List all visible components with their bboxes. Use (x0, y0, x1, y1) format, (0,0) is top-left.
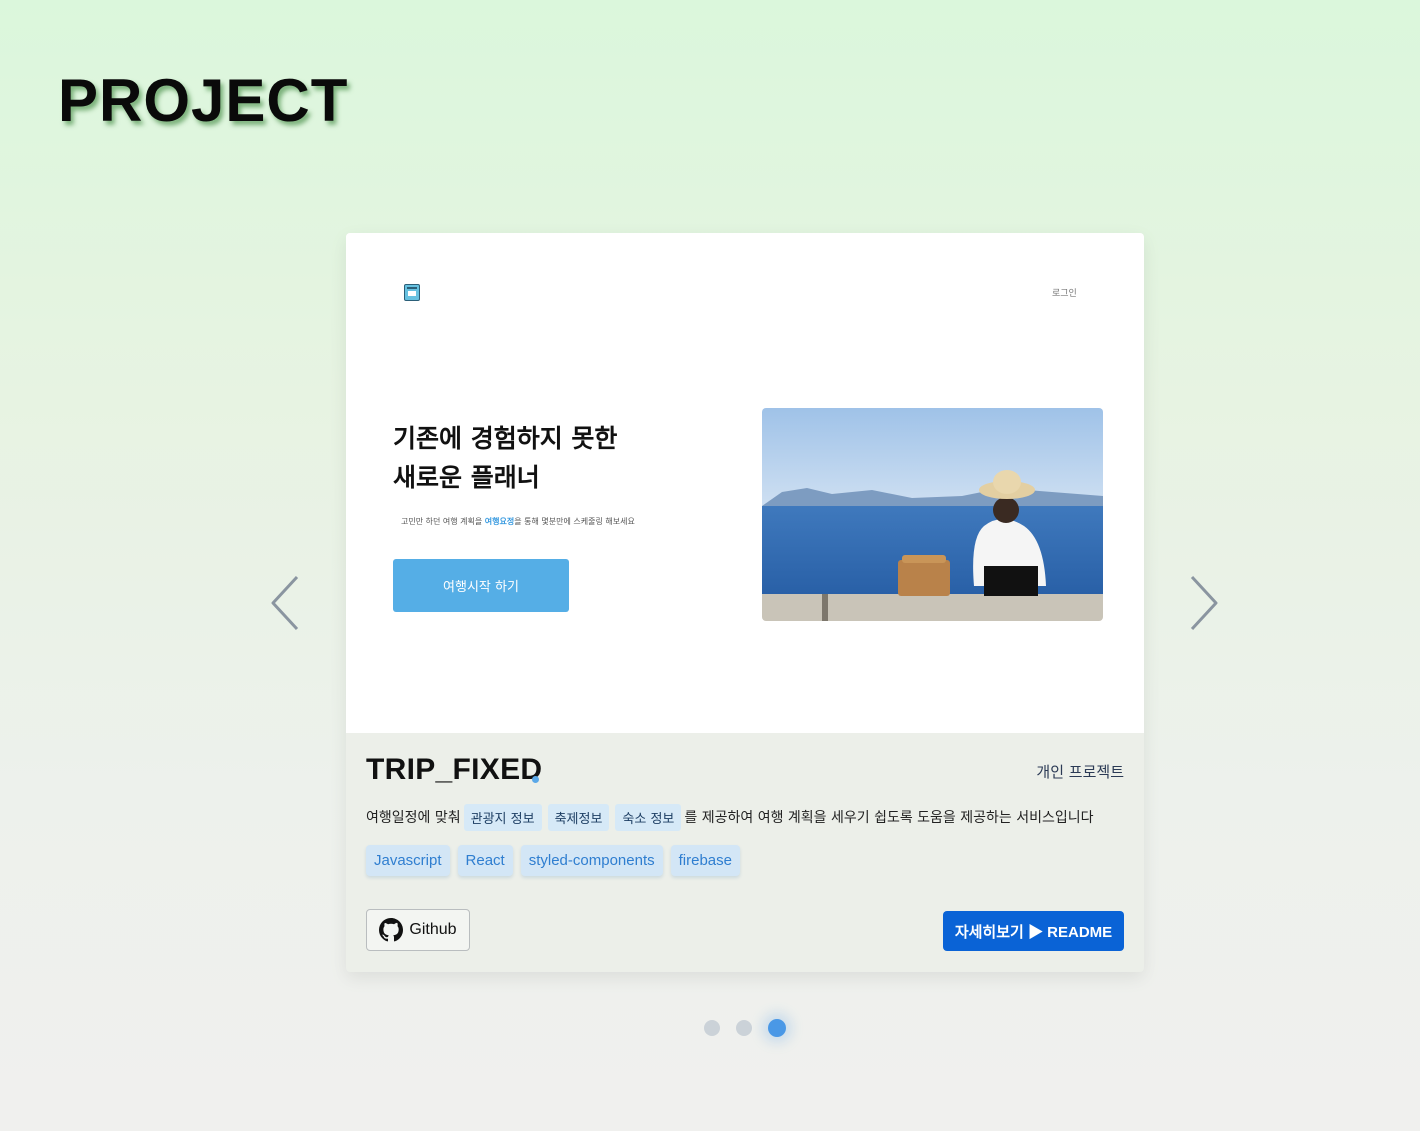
github-button[interactable]: Github (366, 909, 470, 951)
project-card: 로그인 기존에 경험하지 못한 새로운 플래너 고민만 하던 여행 계획을 여행… (346, 233, 1144, 972)
tech-chip-styled-components: styled-components (520, 845, 663, 876)
carousel-pagination (704, 1019, 786, 1037)
readme-button[interactable]: 자세히보기 ▶ README (943, 911, 1124, 951)
calendar-logo-icon (404, 284, 420, 301)
description-prefix: 여행일정에 맞춰 (366, 810, 461, 826)
preview-subtitle-text-end: 을 통해 몇분만에 스케줄링 해보세요 (514, 517, 635, 526)
preview-heading: 기존에 경험하지 못한 새로운 플래너 (393, 419, 733, 497)
project-preview-screenshot: 로그인 기존에 경험하지 못한 새로운 플래너 고민만 하던 여행 계획을 여행… (346, 233, 1144, 733)
preview-heading-line1: 기존에 경험하지 못한 (393, 424, 618, 453)
tech-chip-javascript: Javascript (366, 845, 450, 876)
description-chip: 숙소 정보 (615, 803, 682, 831)
preview-subtitle-text: 고민만 하던 여행 계획을 (401, 517, 483, 526)
description-chip: 관광지 정보 (463, 803, 542, 831)
tech-stack-list: Javascript React styled-components fireb… (366, 845, 740, 876)
readme-label: 자세히보기 ▶ README (954, 923, 1113, 941)
preview-subtitle: 고민만 하던 여행 계획을 여행요정을 통해 몇분만에 스케줄링 해보세요 (401, 516, 635, 527)
carousel-dot-3-active[interactable] (768, 1019, 786, 1037)
section-title: PROJECT (58, 67, 349, 134)
travel-photo (762, 408, 1103, 621)
project-type-label: 개인 프로젝트 (1036, 763, 1124, 781)
chevron-left-icon[interactable] (267, 573, 303, 633)
github-label: Github (409, 921, 457, 938)
description-chip: 축제정보 (547, 803, 610, 831)
tech-chip-react: React (457, 845, 513, 876)
description-suffix: 를 제공하여 여행 계획을 세우기 쉽도록 도움을 제공하는 서비스입니다 (684, 810, 1094, 826)
preview-heading-line2: 새로운 플래너 (393, 463, 540, 492)
carousel-dot-2[interactable] (736, 1020, 752, 1036)
tech-chip-firebase: firebase (670, 845, 740, 876)
chevron-right-icon[interactable] (1186, 573, 1222, 633)
project-title: TRIP_FIXED (366, 753, 543, 786)
carousel-dot-1[interactable] (704, 1020, 720, 1036)
preview-subtitle-highlight: 여행요정 (484, 517, 515, 526)
github-icon (379, 918, 404, 942)
title-accent-dot (532, 776, 539, 783)
preview-start-button: 여행시작 하기 (393, 559, 569, 612)
project-description: 여행일정에 맞춰 관광지 정보 축제정보 숙소 정보 를 제공하여 여행 계획을… (366, 803, 1136, 831)
preview-login-link: 로그인 (1052, 289, 1077, 299)
